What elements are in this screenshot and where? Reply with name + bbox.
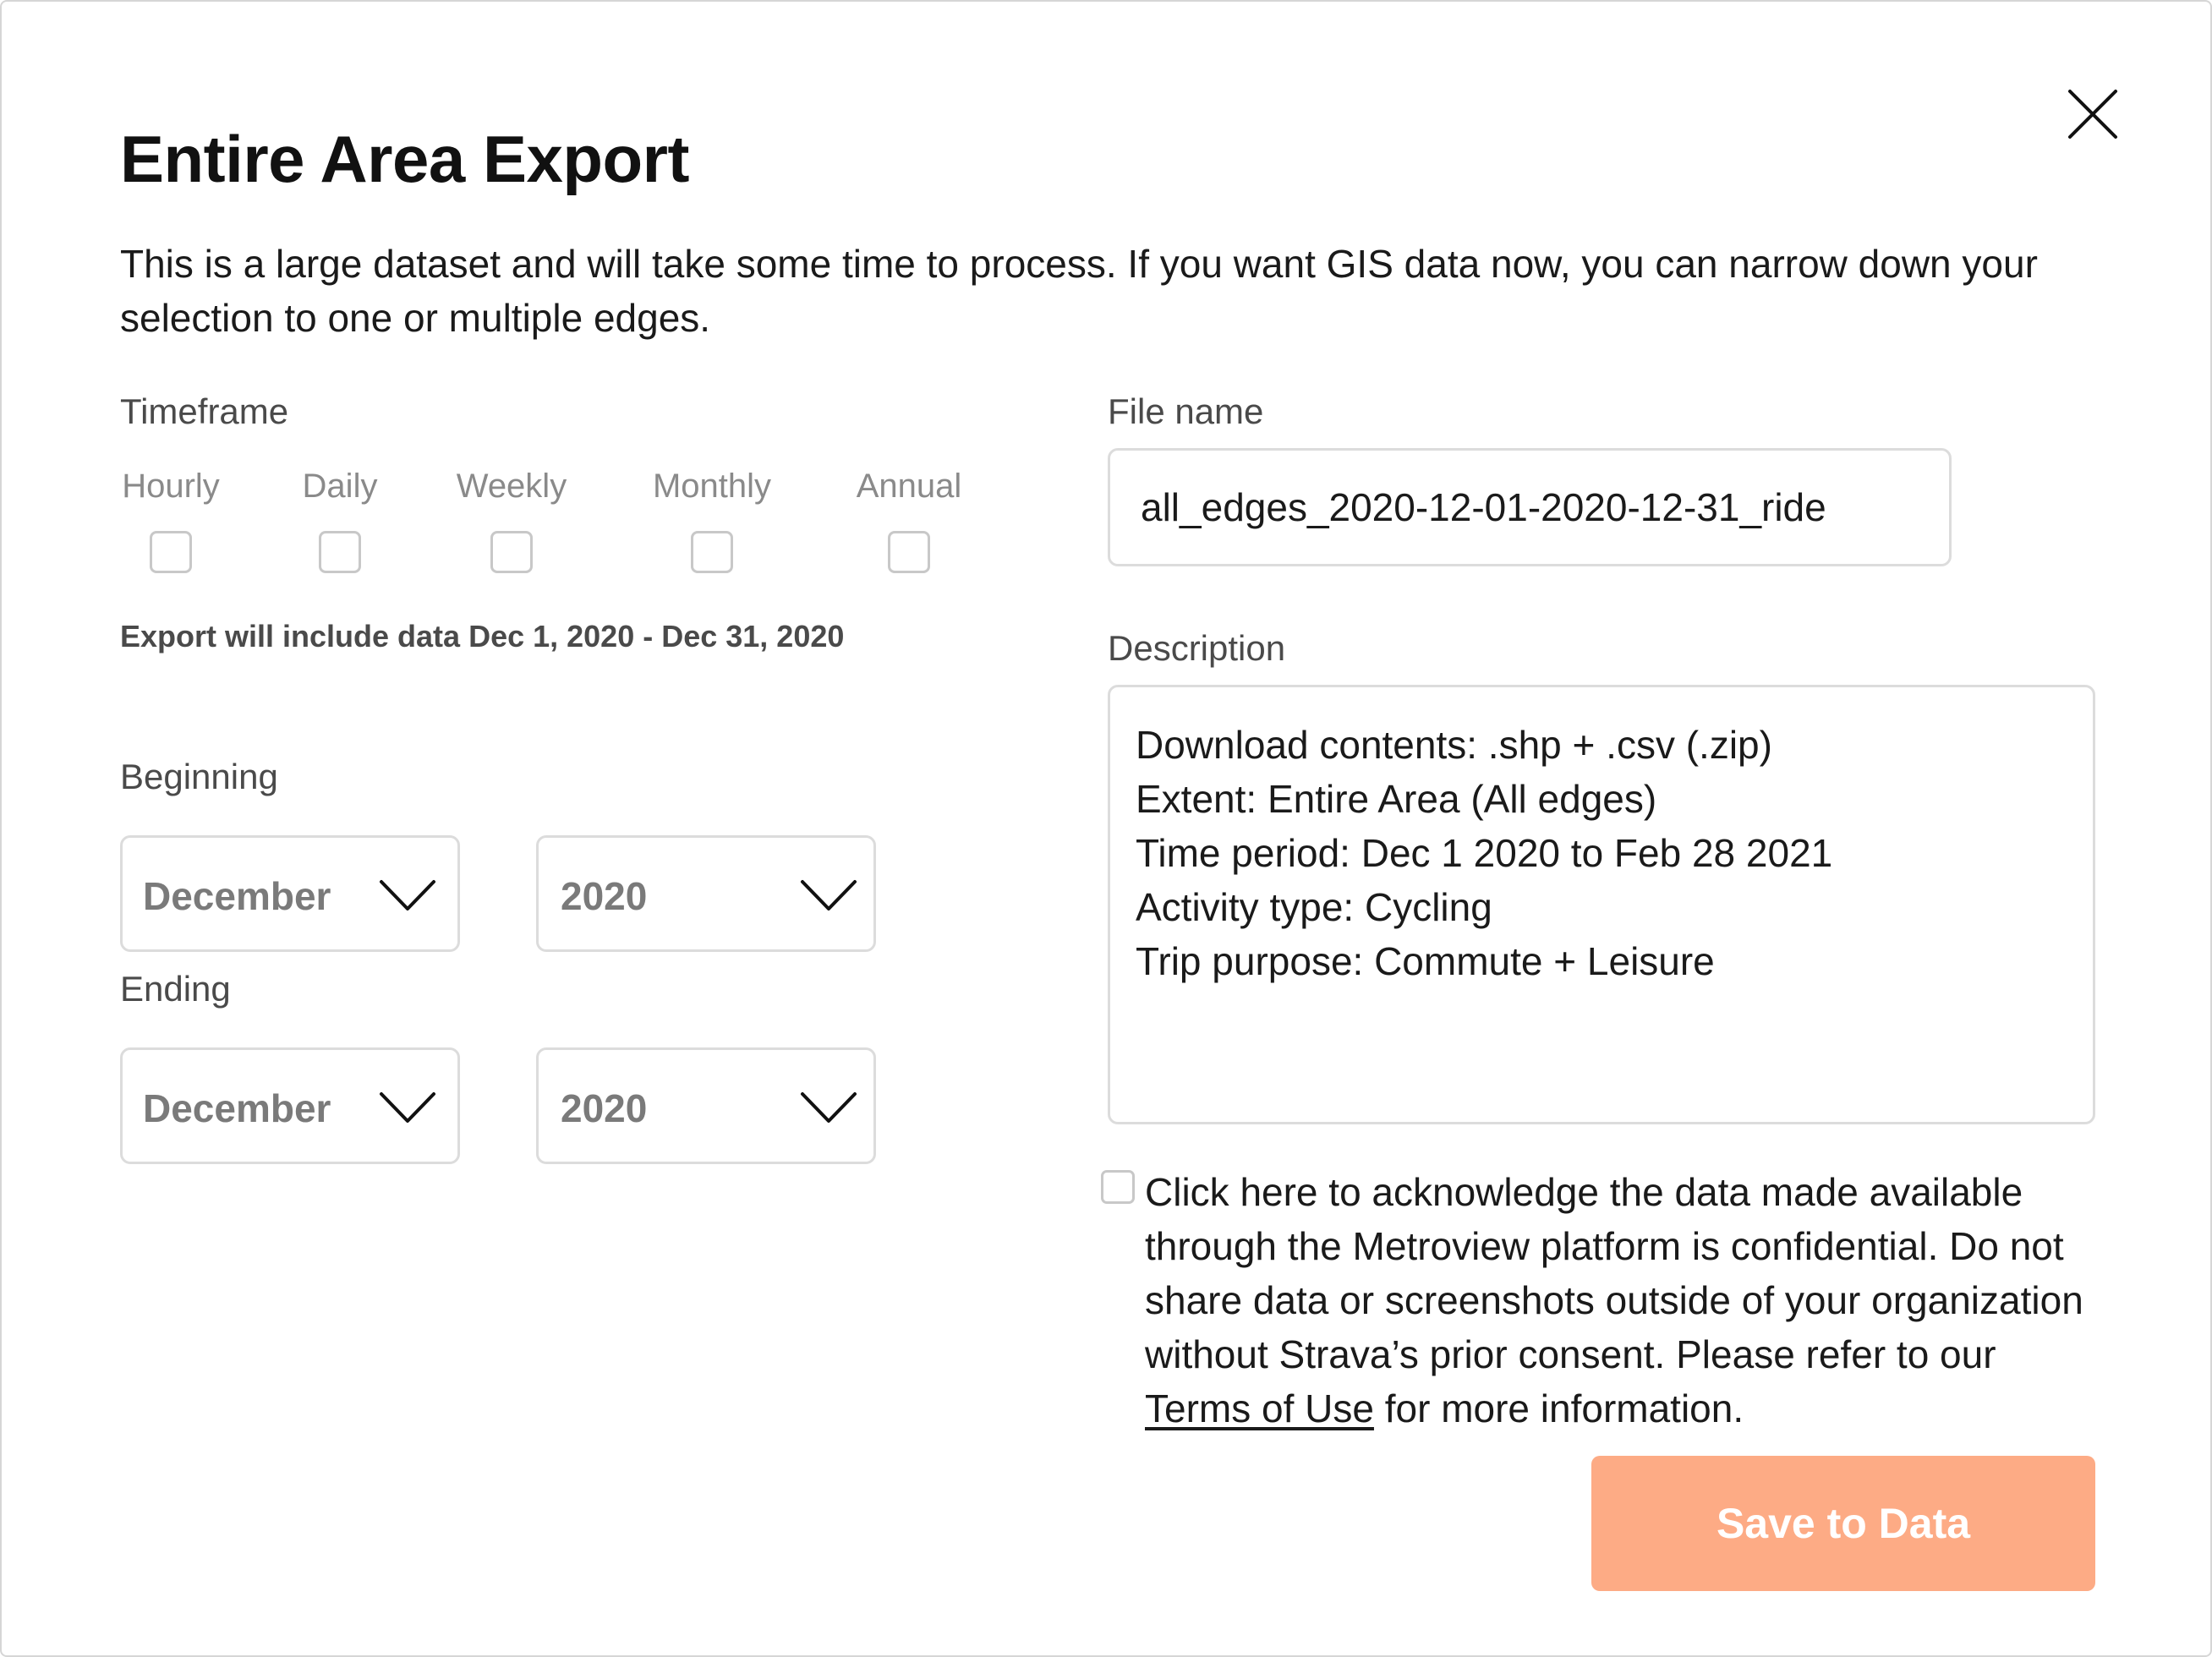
export-range-note: Export will include data Dec 1, 2020 - D… xyxy=(120,619,845,654)
chevron-down-icon xyxy=(380,1092,435,1123)
timeframe-option-monthly[interactable]: Monthly xyxy=(649,465,775,573)
description-line: Time period: Dec 1 2020 to Feb 28 2021 xyxy=(1136,831,1833,875)
timeframe-option-label: Hourly xyxy=(122,468,220,505)
beginning-month-value: December xyxy=(143,874,331,918)
timeframe-option-label: Annual xyxy=(856,468,962,505)
acknowledge-text: Click here to acknowledge the data made … xyxy=(1145,1165,2109,1436)
description-label: Description xyxy=(1108,628,1286,668)
chevron-down-icon xyxy=(801,880,857,911)
timeframe-option-label: Daily xyxy=(302,468,378,505)
timeframe-option-weekly[interactable]: Weekly xyxy=(454,465,569,573)
ending-month-select[interactable]: December xyxy=(120,1047,460,1164)
timeframe-option-label: Weekly xyxy=(456,468,567,505)
intro-text: This is a large dataset and will take so… xyxy=(120,242,2038,340)
timeframe-option-daily[interactable]: Daily xyxy=(298,465,382,573)
file-name-input[interactable] xyxy=(1108,448,1952,566)
timeframe-hourly-checkbox[interactable] xyxy=(150,531,192,573)
modal-title: Entire Area Export xyxy=(120,122,689,196)
terms-of-use-link[interactable]: Terms of Use xyxy=(1145,1386,1374,1430)
timeframe-annual-checkbox[interactable] xyxy=(888,531,930,573)
acknowledge-checkbox[interactable] xyxy=(1101,1170,1135,1204)
ending-year-value: 2020 xyxy=(561,1086,648,1130)
beginning-year-select[interactable]: 2020 xyxy=(536,835,876,952)
timeframe-option-annual[interactable]: Annual xyxy=(854,465,964,573)
timeframe-weekly-checkbox[interactable] xyxy=(490,531,533,573)
description-line: Download contents: .shp + .csv (.zip) xyxy=(1136,723,1772,767)
description-textarea[interactable]: Download contents: .shp + .csv (.zip) Ex… xyxy=(1108,685,2095,1124)
beginning-month-select[interactable]: December xyxy=(120,835,460,952)
timeframe-label: Timeframe xyxy=(120,391,289,431)
timeframe-option-hourly[interactable]: Hourly xyxy=(120,465,222,573)
timeframe-daily-checkbox[interactable] xyxy=(319,531,361,573)
beginning-year-value: 2020 xyxy=(561,874,648,918)
description-line: Activity type: Cycling xyxy=(1136,885,1492,929)
description-line: Extent: Entire Area (All edges) xyxy=(1136,777,1657,821)
ending-label: Ending xyxy=(120,969,231,1009)
acknowledge-text-after: for more information. xyxy=(1373,1386,1744,1430)
description-line: Trip purpose: Commute + Leisure xyxy=(1136,939,1715,983)
timeframe-monthly-checkbox[interactable] xyxy=(691,531,733,573)
close-icon xyxy=(2068,90,2117,139)
chevron-down-icon xyxy=(380,880,435,911)
export-modal: Entire Area Export This is a large datas… xyxy=(0,0,2212,1657)
ending-year-select[interactable]: 2020 xyxy=(536,1047,876,1164)
beginning-label: Beginning xyxy=(120,757,278,796)
file-name-label: File name xyxy=(1108,391,1264,431)
acknowledge-text-before: Click here to acknowledge the data made … xyxy=(1145,1170,2083,1376)
close-button[interactable] xyxy=(2065,86,2121,142)
ending-month-value: December xyxy=(143,1086,331,1130)
save-to-data-button[interactable]: Save to Data xyxy=(1591,1456,2095,1591)
timeframe-option-label: Monthly xyxy=(652,468,772,505)
chevron-down-icon xyxy=(801,1092,857,1123)
